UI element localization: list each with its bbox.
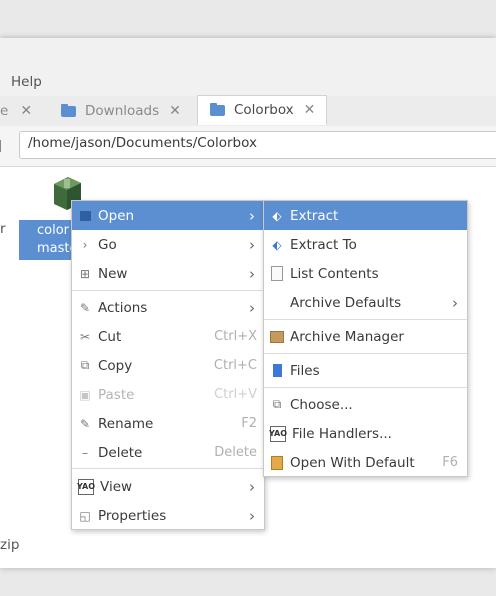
- chevron-right-icon: ›: [249, 477, 255, 496]
- menu-item-label: View: [100, 478, 133, 495]
- menu-item-label: Extract: [290, 207, 339, 224]
- menu-item-label: New: [98, 265, 128, 282]
- menu-separator: [264, 353, 467, 354]
- accelerator: Delete: [214, 445, 257, 460]
- menu-item-rename[interactable]: ✎ Rename F2: [72, 409, 264, 438]
- close-icon[interactable]: ✕: [169, 103, 181, 119]
- chevron-right-icon: ›: [249, 235, 255, 254]
- close-icon[interactable]: ✕: [20, 103, 32, 119]
- menu-item-properties[interactable]: ◱ Properties ›: [72, 501, 264, 530]
- open-submenu: ⬖ Extract ⬖ Extract To List Contents Arc…: [263, 200, 468, 477]
- file-label-partial: zip: [0, 537, 20, 553]
- nav-button-edge[interactable]: [0, 140, 7, 152]
- accelerator: Ctrl+X: [214, 329, 257, 344]
- menu-item-label: Open With Default: [290, 454, 415, 471]
- chevron-right-icon: ›: [452, 293, 458, 312]
- path-input[interactable]: /home/jason/Documents/Colorbox: [19, 131, 496, 159]
- menu-item-delete[interactable]: – Delete Delete: [72, 438, 264, 467]
- menu-separator: [72, 290, 264, 291]
- submenu-item-archive-defaults[interactable]: Archive Defaults ›: [264, 288, 467, 317]
- plus-square-icon: ⊞: [79, 266, 91, 281]
- menu-item-cut[interactable]: ✂ Cut Ctrl+X: [72, 322, 264, 351]
- copy-icon: ⧉: [80, 358, 90, 372]
- menu-item-label: Files: [290, 362, 320, 379]
- menu-item-copy[interactable]: ⧉ Copy Ctrl+C: [72, 351, 264, 380]
- context-menu: Open › › Go › ⊞ New › ✎ Actions › ✂ Cut …: [71, 200, 265, 530]
- location-bar: /home/jason/Documents/Colorbox: [0, 126, 496, 167]
- tab-downloads[interactable]: Downloads ✕: [61, 96, 191, 126]
- accelerator: Ctrl+V: [214, 387, 257, 402]
- menu-item-label: Cut: [98, 328, 122, 345]
- submenu-item-choose[interactable]: ⧉ Choose...: [264, 390, 467, 419]
- menu-item-label: Go: [98, 236, 117, 253]
- menu-item-label: Extract To: [290, 236, 357, 253]
- file-label-partial: r: [0, 221, 6, 237]
- folder-icon: [210, 102, 225, 116]
- tab-bar: e ✕ Downloads ✕ Colorbox ✕: [0, 95, 496, 127]
- tab-colorbox[interactable]: Colorbox ✕: [197, 95, 327, 125]
- chevron-right-icon: ›: [249, 264, 255, 283]
- chevron-right-icon: ›: [249, 206, 255, 225]
- menu-separator: [72, 468, 264, 469]
- open-with-default-icon: [270, 455, 284, 470]
- choose-icon: ⧉: [272, 397, 282, 411]
- chevron-right-icon: ›: [249, 298, 255, 317]
- menu-item-label: File Handlers...: [292, 425, 392, 442]
- folder-icon: [61, 103, 76, 117]
- menu-item-label: List Contents: [290, 265, 379, 282]
- view-icon: YAO: [77, 478, 95, 495]
- menu-item-new[interactable]: ⊞ New ›: [72, 259, 264, 288]
- submenu-item-extract[interactable]: ⬖ Extract: [264, 201, 467, 230]
- menu-item-label: Archive Manager: [290, 328, 404, 345]
- menu-item-label: Copy: [98, 357, 133, 374]
- menu-item-label: Open: [98, 207, 135, 224]
- properties-icon: ◱: [79, 508, 91, 523]
- pencil-icon: ✎: [79, 416, 91, 431]
- extract-icon: ⬖: [272, 208, 282, 223]
- minus-icon: –: [82, 445, 88, 460]
- submenu-item-files[interactable]: Files: [264, 356, 467, 385]
- menu-item-label: Archive Defaults: [290, 294, 402, 311]
- wand-icon: ✎: [79, 300, 91, 315]
- menu-item-open[interactable]: Open ›: [72, 201, 264, 230]
- tab-label: e: [0, 103, 9, 119]
- clipboard-icon: ▣: [79, 387, 91, 402]
- submenu-item-archive-manager[interactable]: Archive Manager: [264, 322, 467, 351]
- files-icon: [270, 364, 284, 378]
- menu-item-label: Actions: [98, 299, 148, 316]
- menu-help[interactable]: Help: [11, 74, 42, 90]
- menu-separator: [264, 319, 467, 320]
- package-icon: [270, 330, 284, 344]
- menu-separator: [264, 387, 467, 388]
- tab-partial[interactable]: e ✕: [0, 96, 48, 126]
- tab-label: Colorbox: [234, 102, 294, 118]
- menu-item-label: Rename: [98, 415, 154, 432]
- chevron-right-icon: ›: [249, 506, 255, 525]
- document-icon: [270, 266, 284, 281]
- menu-item-view[interactable]: YAO View ›: [72, 472, 264, 501]
- menu-item-actions[interactable]: ✎ Actions ›: [72, 293, 264, 322]
- tab-label: Downloads: [85, 103, 160, 119]
- folder-open-icon: [78, 209, 92, 223]
- menu-item-label: Paste: [98, 386, 135, 403]
- menu-item-label: Choose...: [290, 396, 353, 413]
- accelerator: F6: [442, 455, 458, 470]
- menubar: Help: [0, 38, 496, 96]
- chevron-right-icon: ›: [82, 237, 88, 252]
- extract-to-icon: ⬖: [272, 237, 282, 252]
- submenu-item-extract-to[interactable]: ⬖ Extract To: [264, 230, 467, 259]
- menu-item-label: Properties: [98, 507, 167, 524]
- menu-item-paste: ▣ Paste Ctrl+V: [72, 380, 264, 409]
- blank-icon: [270, 296, 284, 310]
- menu-item-label: Delete: [98, 444, 143, 461]
- accelerator: F2: [241, 416, 257, 431]
- handlers-icon: YAO: [269, 425, 287, 442]
- scissors-icon: ✂: [79, 329, 91, 344]
- close-icon[interactable]: ✕: [304, 102, 316, 118]
- submenu-item-open-with-default[interactable]: Open With Default F6: [264, 448, 467, 477]
- menu-item-go[interactable]: › Go ›: [72, 230, 264, 259]
- submenu-item-file-handlers[interactable]: YAO File Handlers...: [264, 419, 467, 448]
- submenu-item-list-contents[interactable]: List Contents: [264, 259, 467, 288]
- accelerator: Ctrl+C: [213, 358, 257, 373]
